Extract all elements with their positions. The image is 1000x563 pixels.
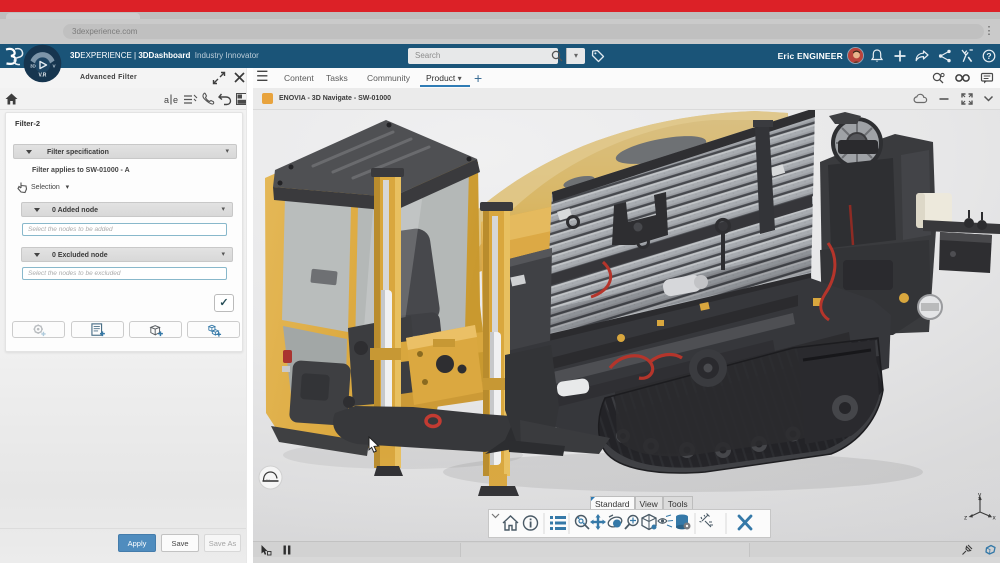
svg-text:?: ?	[986, 51, 991, 61]
svg-text:V.R: V.R	[39, 73, 47, 79]
svg-text:e: e	[173, 95, 178, 105]
svg-text:3D: 3D	[30, 64, 37, 69]
svg-text:x: x	[993, 515, 997, 522]
svg-text:a: a	[164, 95, 169, 105]
svg-text:...: ...	[266, 476, 270, 481]
svg-text:y: y	[978, 492, 982, 499]
svg-text:z: z	[964, 515, 967, 522]
